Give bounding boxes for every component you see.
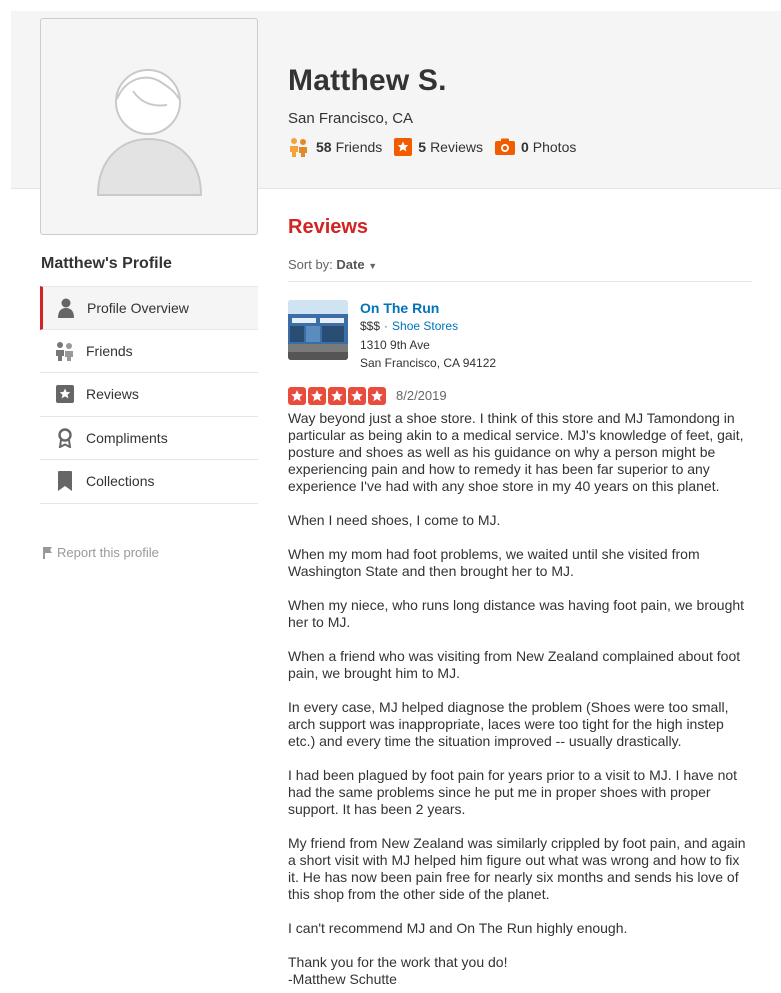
star-rating bbox=[288, 387, 388, 405]
sidebar-item-label: Profile Overview bbox=[87, 299, 189, 316]
sidebar-item-reviews[interactable]: Reviews bbox=[40, 373, 258, 417]
sidebar-title: Matthew's Profile bbox=[41, 255, 172, 272]
friends-count: 58 bbox=[316, 139, 332, 155]
price-range: $$$ bbox=[360, 319, 381, 333]
caret-down-icon: ▼ bbox=[368, 261, 378, 271]
star-icon bbox=[308, 387, 326, 405]
friends-label: Friends bbox=[335, 139, 383, 155]
business-photo[interactable] bbox=[288, 300, 348, 360]
business-address-line1: 1310 9th Ave bbox=[360, 338, 430, 352]
friends-icon bbox=[288, 137, 310, 157]
bookmark-icon bbox=[54, 470, 76, 492]
review-paragraph: When a friend who was visiting from New … bbox=[288, 648, 741, 681]
review-paragraph: When I need shoes, I come to MJ. bbox=[288, 512, 501, 528]
sidebar-item-compliments[interactable]: Compliments bbox=[40, 417, 258, 460]
report-profile-link[interactable]: Report this profile bbox=[43, 545, 159, 560]
reviews-label: Reviews bbox=[430, 139, 483, 155]
camera-icon bbox=[494, 138, 515, 156]
review-signature: -Matthew Schutte bbox=[288, 971, 397, 987]
review-paragraph: Thank you for the work that you do! bbox=[288, 954, 508, 970]
review-paragraph: I had been plagued by foot pain for year… bbox=[288, 767, 738, 817]
photos-stat[interactable]: 0 Photos bbox=[494, 138, 577, 156]
review-paragraph: When my mom had foot problems, we waited… bbox=[288, 546, 700, 579]
sidebar-item-profile-overview[interactable]: Profile Overview bbox=[40, 286, 258, 330]
photos-count: 0 bbox=[520, 139, 529, 155]
category-link[interactable]: Shoe Stores bbox=[392, 319, 458, 333]
user-stats: 58 Friends 5 Reviews 0 Photos bbox=[288, 137, 588, 157]
profile-nav: Profile Overview Friends Reviews Complim… bbox=[40, 286, 258, 504]
friends-icon bbox=[54, 340, 76, 362]
separator: · bbox=[384, 319, 389, 333]
business-meta: $$$ · Shoe Stores bbox=[360, 319, 458, 333]
sidebar-item-collections[interactable]: Collections bbox=[40, 460, 258, 504]
review-date: 8/2/2019 bbox=[396, 388, 447, 403]
flag-icon bbox=[43, 546, 52, 559]
sort-dropdown[interactable]: Sort by: Date ▼ bbox=[288, 257, 377, 272]
star-box-icon bbox=[54, 383, 76, 405]
star-icon bbox=[348, 387, 366, 405]
business-name-link[interactable]: On The Run bbox=[360, 300, 439, 316]
reviews-stat[interactable]: 5 Reviews bbox=[394, 138, 483, 156]
review-text: Way beyond just a shoe store. I think of… bbox=[288, 410, 752, 988]
star-icon bbox=[328, 387, 346, 405]
reviews-count: 5 bbox=[418, 139, 427, 155]
review-paragraph: Way beyond just a shoe store. I think of… bbox=[288, 410, 744, 494]
review-star-icon bbox=[394, 138, 413, 156]
report-label: Report this profile bbox=[57, 545, 159, 560]
sidebar-item-label: Reviews bbox=[86, 386, 139, 403]
award-icon bbox=[54, 427, 76, 449]
sidebar-item-label: Collections bbox=[86, 473, 155, 490]
review-paragraph: In every case, MJ helped diagnose the pr… bbox=[288, 699, 729, 749]
sort-label: Sort by: bbox=[288, 257, 333, 272]
friends-stat[interactable]: 58 Friends bbox=[288, 137, 382, 157]
default-avatar-icon bbox=[96, 69, 203, 196]
sidebar-item-label: Compliments bbox=[86, 429, 168, 446]
business-address-line2: San Francisco, CA 94122 bbox=[360, 356, 497, 370]
person-icon bbox=[55, 297, 77, 319]
section-divider bbox=[288, 281, 752, 282]
user-location: San Francisco, CA bbox=[288, 110, 414, 127]
reviews-heading: Reviews bbox=[288, 216, 369, 238]
photos-label: Photos bbox=[532, 139, 577, 155]
review-paragraph: My friend from New Zealand was similarly… bbox=[288, 835, 746, 902]
review-paragraph: When my niece, who runs long distance wa… bbox=[288, 597, 745, 630]
review-paragraph: I can't recommend MJ and On The Run high… bbox=[288, 920, 628, 936]
sidebar-item-label: Friends bbox=[86, 342, 133, 359]
sidebar-item-friends[interactable]: Friends bbox=[40, 330, 258, 373]
star-icon bbox=[288, 387, 306, 405]
sort-value: Date bbox=[336, 257, 365, 272]
star-icon bbox=[368, 387, 386, 405]
user-name: Matthew S. bbox=[288, 64, 447, 97]
avatar[interactable] bbox=[40, 18, 258, 235]
